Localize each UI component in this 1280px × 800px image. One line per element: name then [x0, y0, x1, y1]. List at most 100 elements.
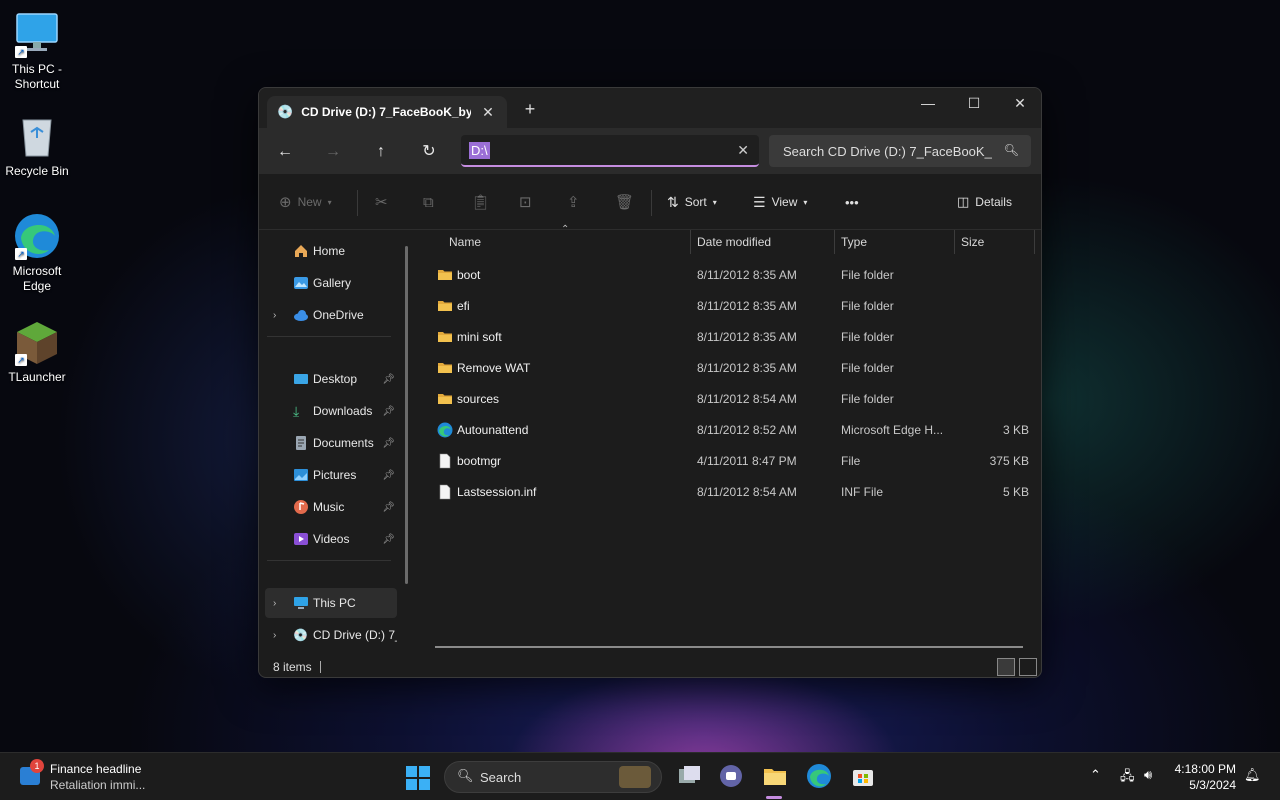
notification-bell-icon[interactable]: 🔔︎: [1244, 767, 1261, 783]
teams-chat-icon[interactable]: [718, 763, 744, 789]
sidebar-item-this-pc[interactable]: › This PC: [265, 588, 397, 618]
sidebar-item-music[interactable]: Music 📌︎: [265, 492, 397, 522]
rename-button[interactable]: ⊡: [519, 190, 532, 214]
refresh-button[interactable]: ↻: [417, 140, 441, 164]
network-icon[interactable]: 🖧︎: [1120, 767, 1135, 789]
sidebar-item-documents[interactable]: Documents 📌︎: [265, 428, 397, 458]
start-button[interactable]: [405, 765, 431, 791]
pin-icon[interactable]: 📌︎: [382, 534, 395, 545]
file-row[interactable]: sources 8/11/2012 8:54 AM File folder: [417, 384, 1037, 415]
address-bar[interactable]: D:\ ✕: [461, 135, 759, 167]
column-header-size[interactable]: Size: [961, 230, 984, 254]
horizontal-scrollbar[interactable]: [435, 646, 1023, 648]
cd-drive-icon: 💿: [277, 104, 294, 119]
pin-icon[interactable]: 📌︎: [382, 470, 395, 481]
file-row[interactable]: efi 8/11/2012 8:35 AM File folder: [417, 291, 1037, 322]
file-explorer-taskbar-icon[interactable]: [762, 763, 788, 789]
sort-button[interactable]: ⇅ Sort ▾: [667, 190, 717, 214]
file-type: File folder: [841, 299, 894, 313]
sidebar-item-videos[interactable]: Videos 📌︎: [265, 524, 397, 554]
clock[interactable]: 4:18:00 PM 5/3/2024: [1175, 761, 1236, 793]
column-header-date[interactable]: Date modified: [697, 230, 771, 254]
column-header-name[interactable]: Name: [449, 230, 481, 254]
sidebar-scrollbar[interactable]: [405, 246, 408, 584]
view-list-icon: ☰: [753, 193, 766, 210]
folder-icon: [437, 360, 453, 376]
store-taskbar-icon[interactable]: [850, 763, 876, 789]
widgets-button[interactable]: 1 Finance headline Retaliation immi...: [18, 759, 218, 795]
details-button[interactable]: ◫ Details: [957, 190, 1012, 214]
share-button[interactable]: ⇪: [567, 190, 580, 214]
column-divider[interactable]: [954, 230, 955, 254]
file-row[interactable]: mini soft 8/11/2012 8:35 AM File folder: [417, 322, 1037, 353]
more-options-button[interactable]: •••: [845, 190, 859, 214]
desktop-icon-tlauncher[interactable]: ↗ TLauncher: [0, 318, 74, 385]
column-header-type[interactable]: Type: [841, 230, 867, 254]
edge-taskbar-icon[interactable]: [806, 763, 832, 789]
share-icon: ⇪: [567, 194, 580, 211]
sort-up-icon: ⌃: [561, 224, 570, 235]
new-button[interactable]: ⊕ New ▾: [279, 190, 332, 214]
paste-button[interactable]: 📋︎: [471, 190, 490, 214]
tab-cd-drive[interactable]: 💿 CD Drive (D:) 7_FaceBooK_by_l ✕: [267, 96, 507, 128]
windows-logo-icon: [406, 766, 430, 790]
file-row[interactable]: Remove WAT 8/11/2012 8:35 AM File folder: [417, 353, 1037, 384]
volume-icon[interactable]: 🔊︎: [1144, 767, 1152, 783]
command-bar: ⊕ New ▾ ✂ ⧉ 📋︎ ⊡ ⇪ 🗑︎ ⇅ Sort ▾ ☰ View ▾ …: [259, 174, 1041, 230]
file-type: Microsoft Edge H...: [841, 423, 944, 437]
chevron-right-icon[interactable]: ›: [273, 630, 276, 641]
minimize-button[interactable]: —: [905, 88, 951, 120]
desktop-icon-this-pc[interactable]: ↗ This PC - Shortcut: [0, 10, 74, 92]
gallery-icon: [293, 275, 309, 291]
forward-button[interactable]: →: [321, 140, 345, 164]
delete-button[interactable]: 🗑︎: [615, 190, 634, 214]
maximize-button[interactable]: ☐: [951, 88, 997, 120]
close-window-button[interactable]: ✕: [997, 88, 1041, 120]
column-divider[interactable]: [834, 230, 835, 254]
view-button[interactable]: ☰ View ▾: [753, 190, 807, 214]
search-box[interactable]: Search CD Drive (D:) 7_FaceBooK_ 🔍︎: [769, 135, 1031, 167]
file-type: File folder: [841, 361, 894, 375]
sidebar-item-gallery[interactable]: Gallery: [265, 268, 397, 298]
cut-button[interactable]: ✂: [375, 190, 388, 214]
file-row[interactable]: Lastsession.inf 8/11/2012 8:54 AM INF File…: [417, 477, 1037, 508]
desktop-icon-recycle-bin[interactable]: Recycle Bin: [0, 112, 74, 179]
desktop-icon-edge[interactable]: ↗ Microsoft Edge: [0, 212, 74, 294]
sidebar-item-downloads[interactable]: ⤓ Downloads 📌︎: [265, 396, 397, 426]
close-tab-icon[interactable]: ✕: [479, 103, 497, 121]
file-row[interactable]: boot 8/11/2012 8:35 AM File folder: [417, 260, 1037, 291]
clear-address-icon[interactable]: ✕: [737, 142, 749, 159]
chevron-right-icon[interactable]: ›: [273, 598, 276, 609]
item-count: 8 items: [273, 660, 312, 674]
file-name: sources: [457, 392, 500, 406]
file-row[interactable]: Autounattend 8/11/2012 8:52 AM Microsoft E…: [417, 415, 1037, 446]
task-view-icon[interactable]: [676, 763, 702, 789]
column-divider[interactable]: [1034, 230, 1035, 254]
column-divider[interactable]: [690, 230, 691, 254]
pin-icon[interactable]: 📌︎: [382, 502, 395, 513]
up-button[interactable]: ↑: [369, 140, 393, 164]
details-view-button[interactable]: [997, 658, 1015, 676]
folder-icon: [437, 298, 453, 314]
file-name: Remove WAT: [457, 361, 531, 375]
sidebar-item-cd-drive[interactable]: › 💿 CD Drive (D:) 7_l: [265, 620, 397, 650]
sidebar-item-home[interactable]: Home: [265, 236, 397, 266]
chevron-right-icon[interactable]: ›: [273, 310, 276, 321]
folder-icon: [437, 391, 453, 407]
tiles-view-button[interactable]: [1019, 658, 1037, 676]
pin-icon[interactable]: 📌︎: [382, 438, 395, 449]
pin-icon[interactable]: 📌︎: [382, 406, 395, 417]
new-tab-button[interactable]: +: [521, 100, 539, 118]
file-row[interactable]: bootmgr 4/11/2011 8:47 PM File 375 KB: [417, 446, 1037, 477]
file-explorer-window: 💿 CD Drive (D:) 7_FaceBooK_by_l ✕ + — ☐ …: [258, 87, 1042, 678]
file-date: 8/11/2012 8:54 AM: [697, 485, 797, 499]
chevron-down-icon: ▾: [712, 197, 717, 207]
pin-icon[interactable]: 📌︎: [382, 374, 395, 385]
back-button[interactable]: ←: [273, 140, 297, 164]
sidebar-item-pictures[interactable]: Pictures 📌︎: [265, 460, 397, 490]
sidebar-item-onedrive[interactable]: › OneDrive: [265, 300, 397, 330]
copy-button[interactable]: ⧉: [423, 190, 434, 214]
taskbar-search[interactable]: 🔍︎ Search: [444, 761, 662, 793]
sidebar-item-desktop[interactable]: Desktop 📌︎: [265, 364, 397, 394]
chevron-up-icon[interactable]: ⌃: [1090, 767, 1101, 783]
